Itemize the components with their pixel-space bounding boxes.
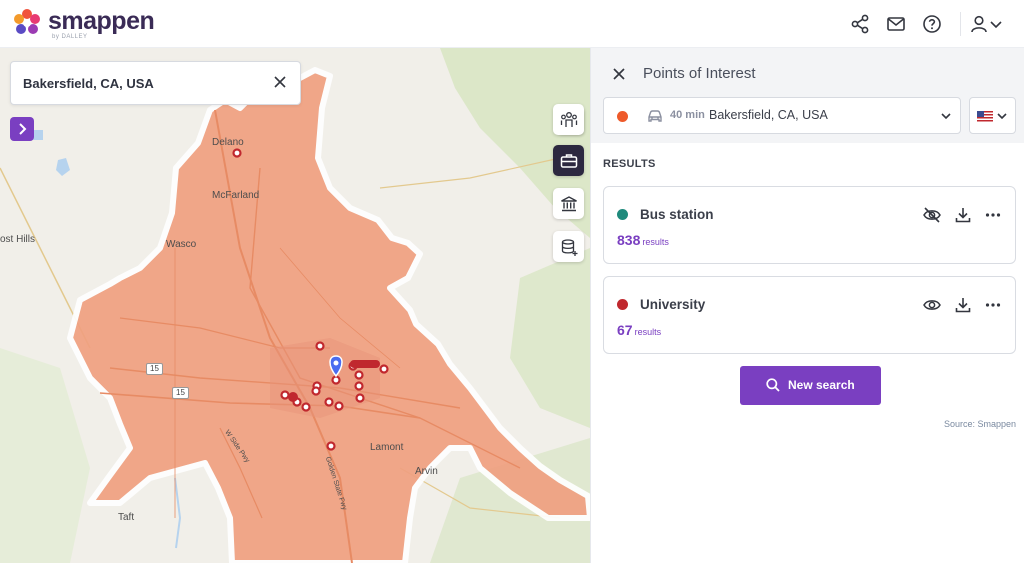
- logo-flower-icon: [14, 9, 40, 34]
- app-name: smappen: [48, 7, 155, 35]
- isochrone-time: 40 min: [670, 109, 705, 121]
- app-byline: by DALLEY: [52, 34, 88, 40]
- category-color-dot: [617, 209, 628, 220]
- place-label: McFarland: [212, 190, 260, 201]
- category-name: University: [640, 297, 706, 312]
- place-label: Taft: [118, 512, 135, 523]
- new-search-button[interactable]: New search: [740, 366, 881, 405]
- search-icon: [766, 378, 780, 392]
- eye-off-icon[interactable]: [922, 205, 942, 225]
- result-card[interactable]: University 67 results: [603, 276, 1016, 354]
- isochrone-color-dot: [617, 111, 628, 122]
- poi-tool-button[interactable]: [553, 145, 584, 176]
- briefcase-icon: [560, 153, 577, 168]
- data-tool-button[interactable]: [553, 231, 584, 262]
- map-view[interactable]: Delano McFarland Wasco Lamont Arvin Taft…: [0, 48, 590, 563]
- mail-icon[interactable]: [885, 13, 907, 35]
- panel-header: Points of Interest 40 min Bakersfield, C…: [591, 48, 1024, 143]
- groups-icon: [560, 111, 577, 127]
- map-canvas[interactable]: [0, 48, 590, 563]
- results-heading: RESULTS: [603, 158, 656, 170]
- chevron-right-icon: [19, 123, 27, 135]
- chevron-down-icon[interactable]: [988, 13, 1004, 35]
- close-icon[interactable]: [272, 74, 288, 90]
- us-flag-icon: [977, 111, 993, 122]
- download-icon[interactable]: [953, 205, 973, 225]
- database-add-icon: [561, 238, 577, 256]
- count-value: 838: [617, 232, 641, 248]
- close-icon[interactable]: [611, 66, 627, 82]
- car-icon: [648, 110, 662, 122]
- place-label: Delano: [212, 137, 244, 148]
- more-icon[interactable]: [983, 205, 1003, 225]
- chevron-down-icon: [941, 113, 951, 120]
- more-icon[interactable]: [983, 295, 1003, 315]
- highway-badge: 15: [146, 363, 163, 375]
- result-count: 67 results: [617, 322, 661, 338]
- place-label: Lamont: [370, 442, 404, 453]
- bank-icon: [560, 195, 577, 211]
- result-card[interactable]: Bus station 838 results: [603, 186, 1016, 264]
- search-value[interactable]: Bakersfield, CA, USA: [23, 76, 154, 91]
- highway-badge: 15: [172, 387, 189, 399]
- map-search-box[interactable]: Bakersfield, CA, USA: [10, 61, 301, 105]
- institutions-tool-button[interactable]: [553, 188, 584, 219]
- help-icon[interactable]: [921, 13, 943, 35]
- source-credit: Source: Smappen: [943, 419, 1016, 429]
- new-search-label: New search: [788, 378, 855, 392]
- isochrone-location: Bakersfield, CA, USA: [709, 108, 828, 122]
- category-name: Bus station: [640, 207, 714, 222]
- country-select[interactable]: [969, 97, 1016, 134]
- category-color-dot: [617, 299, 628, 310]
- header-divider: [960, 12, 961, 36]
- count-value: 67: [617, 322, 633, 338]
- poi-panel: Points of Interest 40 min Bakersfield, C…: [590, 48, 1024, 563]
- expand-sidebar-button[interactable]: [10, 117, 34, 141]
- chevron-down-icon: [997, 113, 1007, 120]
- population-tool-button[interactable]: [553, 104, 584, 135]
- count-unit: results: [642, 237, 669, 247]
- isochrone-select[interactable]: 40 min Bakersfield, CA, USA: [603, 97, 961, 134]
- count-unit: results: [634, 327, 662, 337]
- share-icon[interactable]: [849, 13, 871, 35]
- smappen-logo[interactable]: smappen by DALLEY: [12, 7, 155, 41]
- place-label: Wasco: [166, 239, 197, 250]
- download-icon[interactable]: [953, 295, 973, 315]
- user-icon[interactable]: [968, 13, 990, 35]
- result-count: 838 results: [617, 232, 669, 248]
- eye-icon[interactable]: [922, 295, 942, 315]
- place-label: ost Hills: [0, 234, 36, 245]
- panel-title: Points of Interest: [643, 65, 756, 82]
- app-header: smappen by DALLEY: [0, 0, 1024, 48]
- place-label: Arvin: [415, 466, 438, 477]
